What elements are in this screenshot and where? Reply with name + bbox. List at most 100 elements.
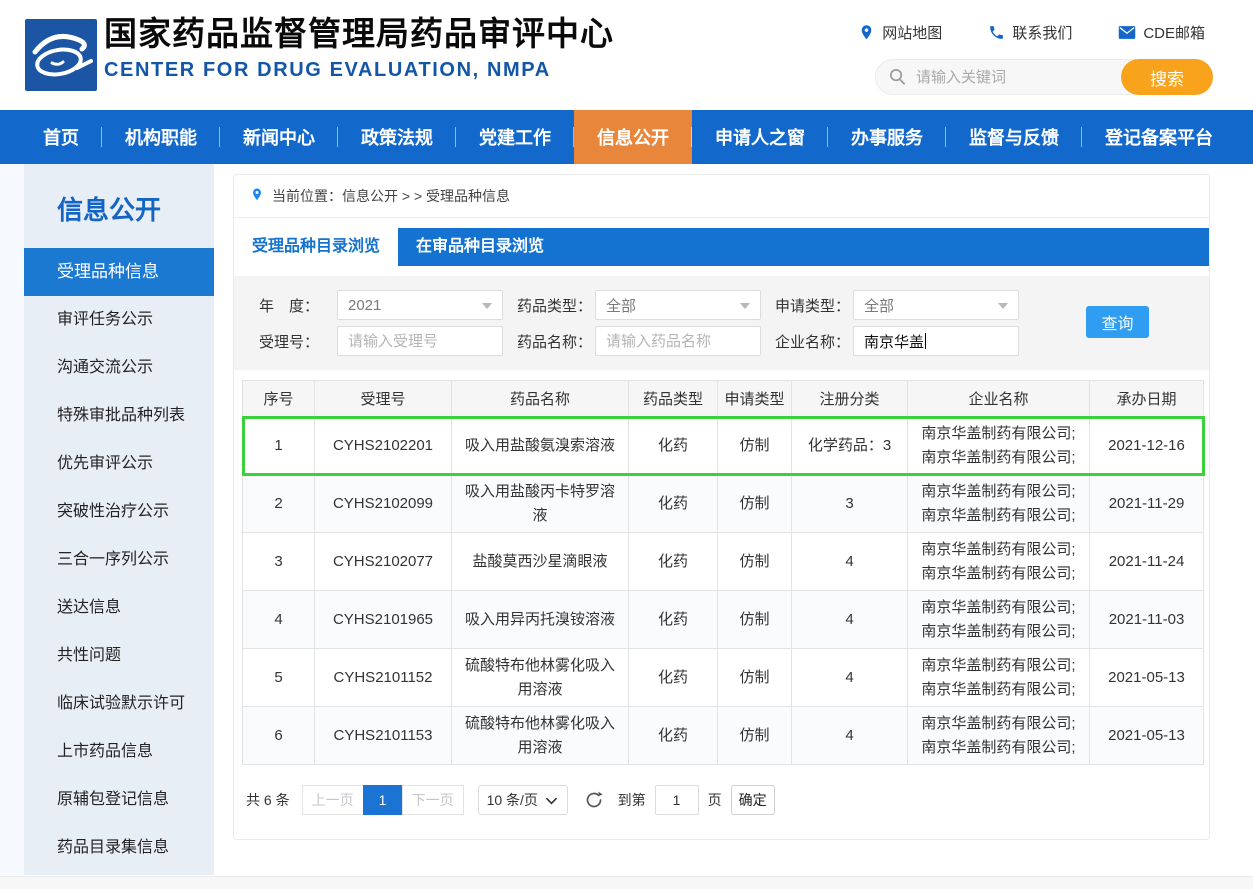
drug-type-select[interactable]: 全部 [595,290,761,320]
nav-item-services[interactable]: 办事服务 [828,110,946,164]
cell-reg-class: 化学药品：3 [792,417,908,475]
nav-item-news[interactable]: 新闻中心 [220,110,338,164]
year-label: 年 度： [259,295,337,316]
sidebar-item-marketed-drugs[interactable]: 上市药品信息 [24,728,214,776]
filter-row-1: 年 度： 2021 药品类型： 全部 申请类 [259,290,1209,320]
nav-item-applicant-window[interactable]: 申请人之窗 [692,110,828,164]
pagination-buttons: 上一页 1 下一页 [302,785,464,815]
pagination: 共 6 条 上一页 1 下一页 10 条/页 到第 [246,785,1209,815]
cell-date: 2021-11-03 [1090,591,1204,649]
results-table: 序号 受理号 药品名称 药品类型 申请类型 注册分类 企业名称 承办日期 1 C… [242,380,1204,765]
year-select[interactable]: 2021 [337,290,503,320]
nav-item-duties[interactable]: 机构职能 [102,110,220,164]
phone-icon [988,24,1005,41]
pagination-total: 共 6 条 [246,790,290,810]
cell-date: 2021-11-24 [1090,533,1204,591]
main-nav: 首页 机构职能 新闻中心 政策法规 党建工作 信息公开 申请人之窗 办事服务 监… [0,110,1253,164]
prev-page-button[interactable]: 上一页 [302,785,364,815]
cell-drug-type: 化药 [629,591,718,649]
apply-type-filter: 申请类型： 全部 [775,290,1019,320]
sitemap-label: 网站地图 [882,22,942,43]
nav-item-home[interactable]: 首页 [20,110,102,164]
nav-item-registration-platform[interactable]: 登记备案平台 [1082,110,1236,164]
table-row-6[interactable]: 6 CYHS2101153 硫酸特布他林雾化吸入用溶液 化药 仿制 4 南京华盖… [243,707,1204,765]
drug-name-input[interactable] [606,327,750,355]
nav-item-info-disclosure[interactable]: 信息公开 [574,110,692,164]
cell-company: 南京华盖制药有限公司;南京华盖制药有限公司; [908,707,1090,765]
tab-under-review-catalog[interactable]: 在审品种目录浏览 [398,228,562,266]
sidebar-item-communication[interactable]: 沟通交流公示 [24,344,214,392]
footer-strip [0,876,1253,889]
sidebar-item-excipient-registration[interactable]: 原辅包登记信息 [24,776,214,824]
table-header-row: 序号 受理号 药品名称 药品类型 申请类型 注册分类 企业名称 承办日期 [243,381,1204,417]
filter-row-2: 受理号： 药品名称： 企业名称： 南京华盖 [259,326,1209,356]
cell-company: 南京华盖制药有限公司;南京华盖制药有限公司; [908,649,1090,707]
sidebar-item-drug-catalog[interactable]: 药品目录集信息 [24,824,214,872]
accept-no-input[interactable] [348,327,492,355]
col-header-reg-class: 注册分类 [792,381,908,417]
tab-accepted-catalog[interactable]: 受理品种目录浏览 [234,228,398,266]
cell-reg-class: 4 [792,591,908,649]
table-row-2[interactable]: 2 CYHS2102099 吸入用盐酸丙卡特罗溶液 化药 仿制 3 南京华盖制药… [243,475,1204,533]
location-pin-icon [858,24,875,41]
col-header-drug-name: 药品名称 [452,381,629,417]
cell-company: 南京华盖制药有限公司;南京华盖制药有限公司; [908,417,1090,475]
sidebar-item-review-tasks[interactable]: 审评任务公示 [24,296,214,344]
chevron-down-icon [740,303,750,309]
cell-accept-no: CYHS2102099 [315,475,452,533]
contact-us-link[interactable]: 联系我们 [988,22,1072,43]
confirm-button[interactable]: 确定 [731,785,775,815]
col-header-index: 序号 [243,381,315,417]
nav-item-party[interactable]: 党建工作 [456,110,574,164]
nav-item-supervision[interactable]: 监督与反馈 [946,110,1082,164]
cell-index: 3 [243,533,315,591]
cell-apply-type: 仿制 [718,707,792,765]
cell-accept-no: CYHS2102077 [315,533,452,591]
company-input-value: 南京华盖 [864,331,924,352]
breadcrumb-pin-icon [250,187,264,205]
cell-drug-type: 化药 [629,649,718,707]
goto-suffix: 页 [708,790,722,810]
goto-page-input[interactable] [655,785,699,815]
site-subtitle: CENTER FOR DRUG EVALUATION, NMPA [104,59,614,82]
col-header-date: 承办日期 [1090,381,1204,417]
text-cursor [925,333,926,349]
sidebar-item-clinical-trial-license[interactable]: 临床试验默示许可 [24,680,214,728]
header-quick-links: 网站地图 联系我们 CDE邮箱 [858,22,1205,43]
cell-apply-type: 仿制 [718,475,792,533]
sidebar-item-special-approval[interactable]: 特殊审批品种列表 [24,392,214,440]
cde-mail-link[interactable]: CDE邮箱 [1118,22,1205,43]
company-input[interactable]: 南京华盖 [853,326,1019,356]
sidebar-item-common-issues[interactable]: 共性问题 [24,632,214,680]
sidebar-item-three-in-one[interactable]: 三合一序列公示 [24,536,214,584]
table-row-5[interactable]: 5 CYHS2101152 硫酸特布他林雾化吸入用溶液 化药 仿制 4 南京华盖… [243,649,1204,707]
cell-index: 2 [243,475,315,533]
sidebar-item-delivery-info[interactable]: 送达信息 [24,584,214,632]
sidebar-title: 信息公开 [24,164,214,248]
sitemap-link[interactable]: 网站地图 [858,22,942,43]
table-row-4[interactable]: 4 CYHS2101965 吸入用异丙托溴铵溶液 化药 仿制 4 南京华盖制药有… [243,591,1204,649]
table-row-1-highlighted[interactable]: 1 CYHS2102201 吸入用盐酸氨溴索溶液 化药 仿制 化学药品：3 南京… [243,417,1204,475]
query-button[interactable]: 查询 [1086,306,1149,338]
current-page-button[interactable]: 1 [363,785,403,815]
sidebar-item-priority-review[interactable]: 优先审评公示 [24,440,214,488]
company-filter: 企业名称： 南京华盖 [775,326,1019,356]
sidebar-item-accepted-varieties[interactable]: 受理品种信息 [24,248,214,296]
nav-item-policy[interactable]: 政策法规 [338,110,456,164]
search-button[interactable]: 搜索 [1121,59,1213,95]
sidebar-item-breakthrough-therapy[interactable]: 突破性治疗公示 [24,488,214,536]
apply-type-select[interactable]: 全部 [853,290,1019,320]
goto-prefix: 到第 [618,790,646,810]
col-header-accept-no: 受理号 [315,381,452,417]
refresh-icon[interactable] [584,790,604,810]
next-page-button[interactable]: 下一页 [402,785,464,815]
table-row-3[interactable]: 3 CYHS2102077 盐酸莫西沙星滴眼液 化药 仿制 4 南京华盖制药有限… [243,533,1204,591]
cell-accept-no: CYHS2101965 [315,591,452,649]
page-size-select[interactable]: 10 条/页 [478,785,568,815]
year-select-value: 2021 [348,297,381,314]
site-title-block: 国家药品监督管理局药品审评中心 CENTER FOR DRUG EVALUATI… [104,12,614,82]
cell-drug-type: 化药 [629,533,718,591]
tab-bar: 受理品种目录浏览 在审品种目录浏览 [234,228,1209,266]
cell-date: 2021-12-16 [1090,417,1204,475]
cell-date: 2021-11-29 [1090,475,1204,533]
